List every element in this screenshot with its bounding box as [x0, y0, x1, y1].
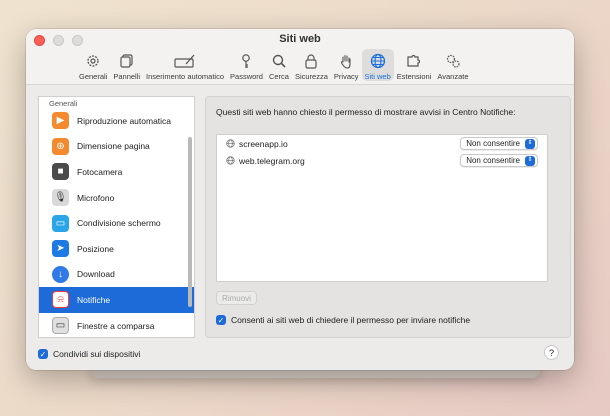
sidebar: Generali ▶ Riproduzione automatica ⊕ Dim…: [38, 96, 195, 338]
permission-select[interactable]: Non consentire ⇕: [460, 137, 538, 150]
camera-icon: ■: [52, 163, 69, 181]
tab-estensioni[interactable]: Estensioni: [394, 49, 435, 81]
tab-label: Estensioni: [396, 72, 432, 81]
tab-generali[interactable]: Generali: [76, 49, 110, 81]
sites-list[interactable]: screenapp.io Non consentire ⇕ web.telegr…: [216, 134, 548, 282]
sidebar-item-notifiche[interactable]: ⍾ Notifiche: [39, 287, 194, 313]
tab-password[interactable]: Password: [227, 49, 266, 81]
titlebar: Siti web Generali Pannelli Inserimento a…: [26, 29, 574, 85]
sidebar-item-label: Riproduzione automatica: [77, 115, 172, 126]
sidebar-item-label: Posizione: [77, 243, 114, 254]
sidebar-item-label: Condivisione schermo: [77, 218, 161, 229]
lock-icon: [305, 54, 318, 69]
preferences-window: Siti web Generali Pannelli Inserimento a…: [26, 29, 574, 370]
search-icon: [272, 54, 286, 68]
tab-label: Cerca: [268, 72, 289, 81]
sidebar-item-fotocamera[interactable]: ■ Fotocamera: [39, 159, 194, 185]
zoom-icon: ⊕: [52, 137, 69, 155]
sidebar-item-riproduzione-automatica[interactable]: ▶ Riproduzione automatica: [39, 108, 194, 134]
tab-label: Inserimento automatico: [146, 72, 225, 81]
panel-description: Questi siti web hanno chiesto il permess…: [216, 107, 516, 117]
allow-checkbox[interactable]: ✓: [216, 315, 226, 325]
globe-icon: [370, 53, 385, 69]
tab-label: Avanzate: [437, 72, 469, 81]
share-across-devices-option[interactable]: ✓ Condividi sui dispositivi: [38, 349, 140, 359]
key-icon: [242, 54, 251, 68]
sidebar-item-label: Dimensione pagina: [77, 141, 150, 152]
sidebar-header: Generali: [49, 99, 78, 108]
permission-value: Non consentire: [466, 139, 520, 148]
notification-icon: ⍾: [52, 291, 69, 309]
microphone-icon: 🎙: [52, 189, 69, 207]
download-icon: ↓: [52, 265, 69, 283]
tab-sicurezza[interactable]: Sicurezza: [292, 49, 331, 81]
location-icon: ➤: [52, 240, 69, 258]
globe-icon: [226, 139, 235, 148]
tab-label: Password: [230, 72, 263, 81]
sidebar-scrollbar[interactable]: [188, 137, 192, 307]
play-icon: ▶: [52, 112, 69, 130]
gear-icon: [87, 55, 99, 67]
tab-inserimento-automatico[interactable]: Inserimento automatico: [143, 49, 227, 81]
sidebar-item-label: Microfono: [77, 192, 115, 203]
share-checkbox[interactable]: ✓: [38, 349, 48, 359]
tab-siti-web[interactable]: Siti web: [361, 49, 394, 81]
chevron-updown-icon: ⇕: [525, 138, 535, 149]
autofill-icon: [174, 54, 195, 68]
site-row[interactable]: screenapp.io Non consentire ⇕: [217, 135, 547, 152]
sidebar-item-posizione[interactable]: ➤ Posizione: [39, 236, 194, 262]
sidebar-item-label: Notifiche: [77, 294, 111, 305]
allow-notifications-option[interactable]: ✓ Consenti ai siti web di chiedere il pe…: [216, 315, 470, 325]
allow-label: Consenti ai siti web di chiedere il perm…: [231, 315, 471, 325]
share-label: Condividi sui dispositivi: [53, 349, 141, 359]
sidebar-item-finestre-a-comparsa[interactable]: ▭ Finestre a comparsa: [39, 313, 194, 337]
tabs-icon: [120, 54, 133, 68]
sidebar-item-label: Fotocamera: [77, 166, 123, 177]
site-name: web.telegram.org: [239, 155, 305, 166]
permission-value: Non consentire: [466, 156, 520, 165]
tab-label: Pannelli: [113, 72, 141, 81]
sidebar-item-dimensione-pagina[interactable]: ⊕ Dimensione pagina: [39, 134, 194, 160]
toolbar: Generali Pannelli Inserimento automatico…: [76, 49, 472, 81]
screen-share-icon: ▭: [52, 214, 69, 232]
sidebar-item-condivisione-schermo[interactable]: ▭ Condivisione schermo: [39, 210, 194, 236]
sidebar-item-label: Finestre a comparsa: [77, 320, 155, 331]
popup-window-icon: ▭: [52, 317, 69, 335]
globe-icon: [226, 156, 235, 165]
window-title: Siti web: [279, 33, 321, 45]
tab-label: Privacy: [333, 72, 359, 81]
content-area: Generali ▶ Riproduzione automatica ⊕ Dim…: [36, 93, 571, 370]
tab-pannelli[interactable]: Pannelli: [110, 49, 143, 81]
sidebar-item-label: Download: [77, 269, 115, 280]
tab-label: Generali: [79, 72, 108, 81]
help-button[interactable]: ?: [544, 345, 559, 360]
tab-privacy[interactable]: Privacy: [331, 49, 362, 81]
tab-label: Siti web: [364, 72, 391, 81]
sidebar-item-download[interactable]: ↓ Download: [39, 262, 194, 288]
permission-select[interactable]: Non consentire ⇕: [460, 154, 538, 167]
site-row[interactable]: web.telegram.org Non consentire ⇕: [217, 152, 547, 169]
tab-label: Sicurezza: [294, 72, 328, 81]
tab-avanzate[interactable]: Avanzate: [434, 49, 471, 81]
site-name: screenapp.io: [239, 138, 288, 149]
gears-icon: [446, 54, 460, 68]
sidebar-item-microfono[interactable]: 🎙 Microfono: [39, 185, 194, 211]
puzzle-icon: [407, 54, 421, 67]
notifications-panel: Questi siti web hanno chiesto il permess…: [205, 96, 571, 338]
hand-icon: [341, 54, 351, 69]
chevron-updown-icon: ⇕: [525, 155, 535, 166]
tab-cerca[interactable]: Cerca: [266, 49, 292, 81]
remove-button[interactable]: Rimuovi: [216, 291, 257, 305]
